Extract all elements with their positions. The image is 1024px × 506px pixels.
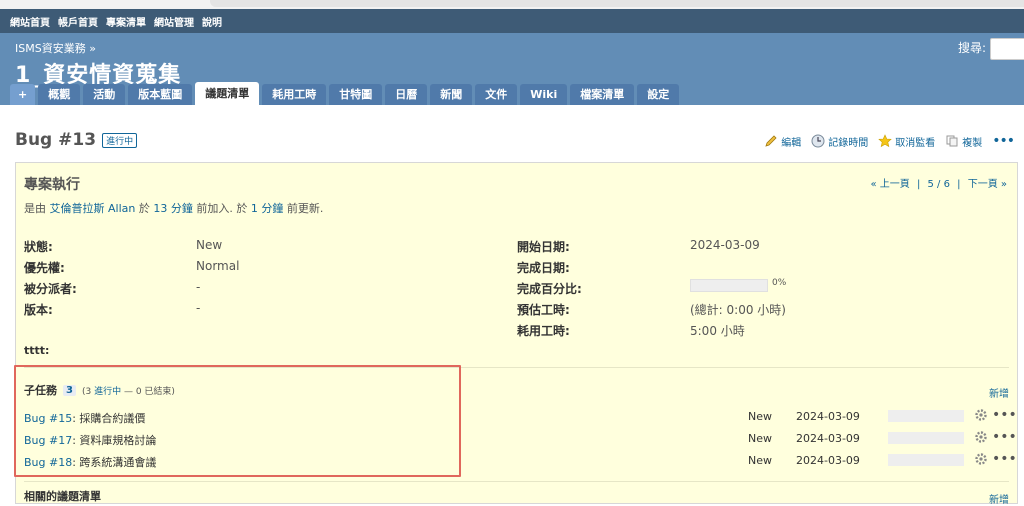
- status-label: 狀態:: [24, 240, 53, 254]
- divider-2: [24, 481, 1009, 482]
- subtask-progress-bar: [888, 410, 964, 422]
- spent-label: 耗用工時:: [517, 324, 570, 338]
- issue-title: Bug #13: [15, 130, 97, 150]
- tab-roadmap[interactable]: 版本藍圖: [128, 84, 193, 105]
- added-ago-link[interactable]: 13 分鐘: [153, 202, 193, 215]
- project-header: ISMS資安業務 » 1_資安情資蒐集 搜尋: + 概觀 活動 版本藍圖 議題清…: [0, 33, 1024, 105]
- gear-icon[interactable]: [974, 452, 988, 466]
- estimated-label: 預估工時:: [517, 303, 570, 317]
- issue-subject: 專案執行: [24, 177, 80, 193]
- search-label: 搜尋:: [957, 41, 986, 55]
- subtask-progress-bar: [888, 432, 964, 444]
- due-date-label: 完成日期:: [517, 261, 570, 275]
- unwatch-label: 取消監看: [895, 137, 936, 149]
- updated-ago-link[interactable]: 1 分鐘: [251, 202, 284, 215]
- highlight-box: [14, 365, 461, 477]
- issue-heading: Bug #13 進行中: [15, 130, 138, 150]
- top-menu-projects[interactable]: 專案清單: [106, 14, 146, 29]
- tab-overview[interactable]: 概觀: [38, 84, 81, 105]
- start-date-label: 開始日期:: [517, 240, 570, 254]
- issue-navigation: « 上一頁 | 5 / 6 | 下一頁 »: [866, 175, 1007, 190]
- gear-icon[interactable]: [974, 430, 988, 444]
- author-line: 是由 艾倫普拉斯 Allan 於 13 分鐘 前加入. 於 1 分鐘 前更新.: [24, 200, 323, 216]
- clock-icon: [811, 134, 825, 148]
- nav-separator: |: [916, 179, 921, 190]
- main-tabs: + 概觀 活動 版本藍圖 議題清單 耗用工時 甘特圖 日曆 新聞 文件 Wiki…: [10, 82, 682, 105]
- gear-icon[interactable]: [974, 408, 988, 422]
- top-menu-my-page[interactable]: 帳戶首頁: [58, 14, 98, 29]
- tab-documents[interactable]: 文件: [475, 84, 518, 105]
- top-menu-help[interactable]: 說明: [202, 14, 222, 29]
- nav-separator-2: |: [957, 179, 961, 190]
- log-time-button[interactable]: 記錄時間: [811, 134, 868, 149]
- tab-activity[interactable]: 活動: [83, 84, 126, 105]
- subtask-date: 2024-03-09: [796, 410, 860, 423]
- status-badge: 進行中: [102, 132, 138, 148]
- search-input[interactable]: [990, 38, 1024, 60]
- more-icon[interactable]: •••: [992, 407, 1017, 423]
- address-bar: [210, 0, 1024, 7]
- tab-files[interactable]: 檔案清單: [570, 84, 635, 105]
- copy-button[interactable]: 複製: [945, 134, 982, 149]
- pencil-icon: [765, 135, 777, 147]
- assignee-label: 被分派者:: [24, 282, 77, 296]
- tab-wiki[interactable]: Wiki: [520, 84, 568, 105]
- edit-label: 編輯: [781, 137, 802, 149]
- top-menu-home[interactable]: 網站首頁: [10, 14, 50, 29]
- spent-value-link[interactable]: 5:00 小時: [690, 322, 745, 339]
- issue-actions: 編輯 記錄時間 取消監看 複製 •••: [754, 133, 1015, 149]
- subtask-date: 2024-03-09: [796, 432, 860, 445]
- tab-news[interactable]: 新聞: [430, 84, 473, 105]
- tab-gantt[interactable]: 甘特圖: [329, 84, 383, 105]
- log-time-label: 記錄時間: [828, 137, 869, 149]
- copy-label: 複製: [962, 137, 983, 149]
- author-prefix: 是由: [24, 202, 46, 215]
- tab-calendar[interactable]: 日曆: [385, 84, 428, 105]
- tab-new[interactable]: +: [10, 84, 36, 105]
- start-date-value: 2024-03-09: [690, 238, 760, 252]
- done-ratio-bar: [690, 279, 768, 292]
- star-icon: [878, 134, 892, 148]
- custom-field-label: tttt:: [24, 344, 50, 357]
- assignee-value: -: [196, 280, 201, 294]
- added-text: 前加入. 於: [196, 202, 248, 215]
- done-ratio-label: 完成百分比:: [517, 282, 582, 296]
- breadcrumb[interactable]: ISMS資安業務 »: [15, 40, 96, 56]
- done-ratio-value: 0%: [772, 278, 787, 288]
- more-icon[interactable]: •••: [992, 429, 1017, 445]
- version-label: 版本:: [24, 303, 53, 317]
- subtask-date: 2024-03-09: [796, 454, 860, 467]
- add-subtask-link[interactable]: 新增: [989, 385, 1009, 400]
- prev-link[interactable]: « 上一頁: [870, 179, 909, 190]
- browser-chrome: [0, 0, 1024, 9]
- position-link[interactable]: 5 / 6: [928, 179, 950, 190]
- top-menu-admin[interactable]: 網站管理: [154, 14, 194, 29]
- tab-time-entries[interactable]: 耗用工時: [262, 84, 327, 105]
- priority-label: 優先權:: [24, 261, 65, 275]
- author-link[interactable]: 艾倫普拉斯 Allan: [50, 202, 136, 215]
- tab-issues[interactable]: 議題清單: [195, 82, 260, 105]
- more-icon[interactable]: •••: [992, 451, 1017, 467]
- more-actions-icon[interactable]: •••: [992, 133, 1015, 149]
- subtask-progress-bar: [888, 454, 964, 466]
- version-value: -: [196, 301, 201, 315]
- copy-icon: [946, 135, 958, 147]
- next-link[interactable]: 下一頁 »: [968, 179, 1007, 190]
- edit-button[interactable]: 編輯: [764, 134, 801, 149]
- author-in: 於: [138, 202, 150, 215]
- subtask-status: New: [748, 410, 772, 423]
- top-menu: 網站首頁 帳戶首頁 專案清單 網站管理 說明: [0, 9, 1024, 33]
- status-value: New: [196, 238, 223, 252]
- related-issues-title: 相關的議題清單: [24, 490, 101, 503]
- unwatch-button[interactable]: 取消監看: [878, 134, 935, 149]
- subtask-status: New: [748, 432, 772, 445]
- updated-text: 前更新.: [286, 202, 324, 215]
- estimated-value: (總計: 0:00 小時): [690, 303, 786, 317]
- priority-value: Normal: [196, 259, 240, 273]
- subtask-status: New: [748, 454, 772, 467]
- tab-settings[interactable]: 設定: [637, 84, 680, 105]
